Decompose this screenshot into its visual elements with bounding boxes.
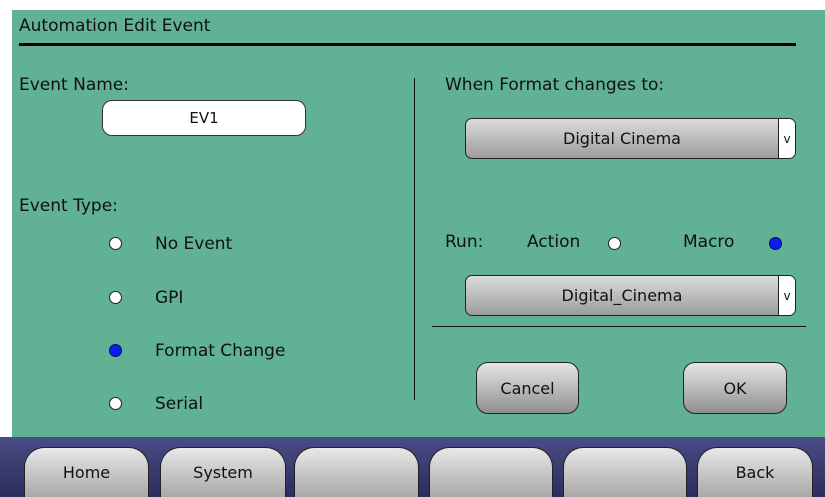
- nav-system-button[interactable]: System: [160, 447, 286, 497]
- run-action-option[interactable]: Action: [527, 232, 627, 256]
- run-label: Run:: [445, 232, 484, 252]
- ok-button[interactable]: OK: [683, 362, 787, 414]
- macro-dropdown-arrow-icon[interactable]: v: [778, 276, 795, 315]
- run-macro-label: Macro: [683, 232, 735, 252]
- cancel-button[interactable]: Cancel: [476, 362, 579, 414]
- event-type-gpi-label: GPI: [155, 288, 184, 308]
- radio-gpi[interactable]: [109, 291, 122, 304]
- event-type-no-event-label: No Event: [155, 234, 233, 254]
- nav-blank-button-1[interactable]: [294, 447, 419, 497]
- event-type-gpi[interactable]: GPI: [100, 288, 300, 312]
- format-label: When Format changes to:: [445, 75, 665, 95]
- bottom-nav-bar: Home System Back: [0, 437, 825, 497]
- nav-home-button[interactable]: Home: [24, 447, 149, 497]
- radio-run-macro[interactable]: [769, 237, 782, 250]
- nav-blank-button-2[interactable]: [429, 447, 553, 497]
- run-macro-option[interactable]: Macro: [683, 232, 793, 256]
- radio-no-event[interactable]: [109, 237, 122, 250]
- event-name-input[interactable]: [102, 100, 306, 136]
- macro-dropdown-value: Digital_Cinema: [561, 286, 683, 305]
- button-divider: [432, 326, 806, 327]
- nav-blank-button-3[interactable]: [563, 447, 687, 497]
- format-dropdown[interactable]: Digital Cinema v: [465, 118, 796, 159]
- event-type-format-change-label: Format Change: [155, 341, 286, 361]
- run-action-label: Action: [527, 232, 581, 252]
- column-divider: [414, 78, 415, 400]
- event-type-no-event[interactable]: No Event: [100, 234, 300, 258]
- event-type-serial-label: Serial: [155, 394, 204, 414]
- window-title: Automation Edit Event: [19, 16, 211, 36]
- radio-serial[interactable]: [109, 397, 122, 410]
- macro-dropdown[interactable]: Digital_Cinema v: [465, 275, 796, 316]
- title-divider: [19, 43, 796, 46]
- nav-back-button[interactable]: Back: [697, 447, 813, 497]
- event-type-format-change[interactable]: Format Change: [100, 341, 320, 365]
- format-dropdown-arrow-icon[interactable]: v: [778, 119, 795, 158]
- radio-run-action[interactable]: [608, 237, 621, 250]
- format-dropdown-value: Digital Cinema: [563, 129, 681, 148]
- event-type-label: Event Type:: [19, 196, 118, 216]
- radio-format-change[interactable]: [109, 344, 122, 357]
- event-name-label: Event Name:: [19, 75, 129, 95]
- event-type-serial[interactable]: Serial: [100, 394, 300, 418]
